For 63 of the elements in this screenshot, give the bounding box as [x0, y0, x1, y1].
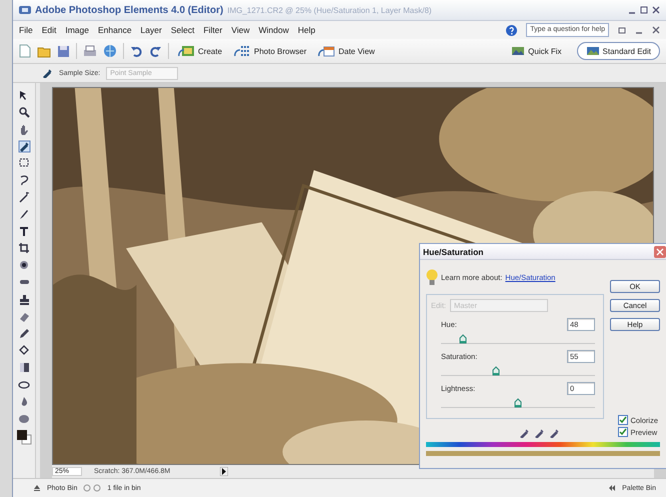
toolbar-button[interactable]: Date View: [315, 43, 378, 59]
eraser-icon[interactable]: [18, 310, 30, 323]
menu-item[interactable]: Enhance: [98, 25, 132, 35]
create-icon: [178, 45, 195, 57]
menu-item[interactable]: View: [231, 25, 250, 35]
close-icon[interactable]: [652, 6, 660, 14]
undo-icon[interactable]: [130, 45, 143, 57]
text-icon[interactable]: [18, 225, 30, 238]
toolbar-button[interactable]: Create: [175, 43, 226, 59]
slider-thumb[interactable]: [514, 398, 522, 408]
close-icon[interactable]: [654, 246, 666, 258]
slider-track[interactable]: [441, 332, 595, 344]
menu-item[interactable]: Select: [170, 25, 194, 35]
wand-icon[interactable]: [18, 191, 30, 204]
menu-item[interactable]: Edit: [42, 25, 56, 35]
menu-item[interactable]: Image: [65, 25, 89, 35]
redeye-icon[interactable]: [18, 259, 30, 272]
window-title: Adobe Photoshop Elements 4.0 (Editor): [35, 4, 224, 16]
eyedropper-icon[interactable]: [520, 429, 529, 438]
redo-icon[interactable]: [149, 45, 162, 57]
mode-tab[interactable]: Standard Edit: [576, 42, 660, 60]
grid-icon: [234, 45, 252, 57]
help-icon[interactable]: [506, 24, 518, 36]
save-icon[interactable]: [57, 44, 70, 58]
slider-track[interactable]: [441, 396, 595, 408]
menu-item[interactable]: Help: [298, 25, 316, 35]
quick-fix-icon: [511, 46, 526, 56]
printer-icon[interactable]: [83, 44, 97, 58]
checkbox[interactable]: [618, 427, 628, 437]
pencil-icon[interactable]: [18, 327, 30, 340]
checkbox[interactable]: [618, 415, 628, 425]
standard-edit-icon: [586, 46, 600, 56]
brush-icon[interactable]: [18, 208, 30, 221]
gradient-icon[interactable]: [18, 361, 30, 374]
magnifier-icon[interactable]: [18, 106, 30, 119]
crop-icon[interactable]: [18, 242, 30, 255]
restore-icon[interactable]: [618, 26, 626, 34]
menu-item[interactable]: Filter: [203, 25, 222, 35]
dialog-title: Hue/Saturation: [423, 246, 484, 256]
globe-icon[interactable]: [103, 44, 117, 58]
slider-thumb[interactable]: [492, 366, 500, 376]
eyedropper-icon[interactable]: [18, 140, 30, 153]
app-icon: [19, 5, 31, 15]
toolbar-button[interactable]: Photo Browser: [231, 43, 310, 59]
lightbulb-icon: [426, 268, 438, 286]
eyedropper-icon: [43, 68, 53, 78]
slider-track[interactable]: [441, 364, 595, 376]
menu-item[interactable]: Window: [258, 25, 289, 35]
calendar-icon: [318, 45, 336, 57]
slider-thumb[interactable]: [458, 334, 467, 344]
eyedropper-minus-icon[interactable]: [550, 429, 559, 438]
menu-item[interactable]: File: [19, 25, 33, 35]
collapse-icon[interactable]: [608, 484, 616, 492]
stamp-icon[interactable]: [18, 293, 30, 306]
maximize-icon[interactable]: [640, 6, 648, 14]
menu-item[interactable]: Layer: [140, 25, 162, 35]
mode-tab[interactable]: Quick Fix: [502, 42, 571, 60]
document-name: IMG_1271.CR2 @ 25% (Hue/Saturation 1, Layer Mask/8): [227, 6, 432, 14]
color-swatches-icon[interactable]: [16, 429, 32, 445]
play-icon[interactable]: [220, 467, 228, 476]
eyedropper-plus-icon[interactable]: [535, 429, 544, 438]
close-icon[interactable]: [652, 26, 660, 34]
expand-icon[interactable]: [33, 484, 41, 492]
